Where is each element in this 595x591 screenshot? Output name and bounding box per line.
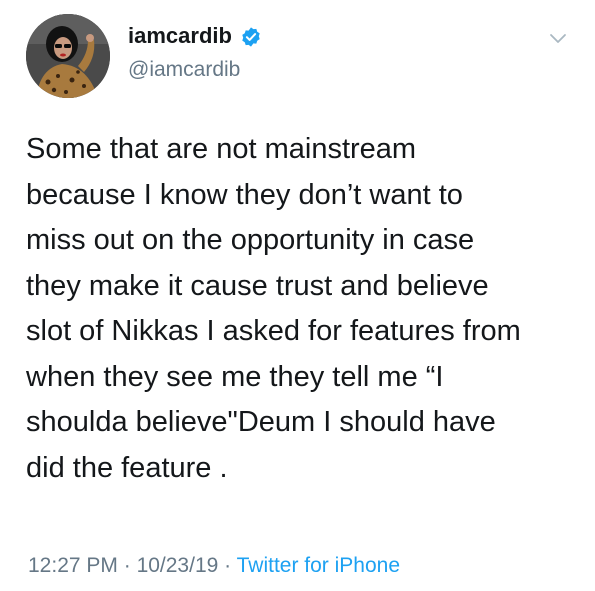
display-name[interactable]: iamcardib — [128, 22, 232, 50]
tweet-source-link[interactable]: Twitter for iPhone — [237, 554, 400, 577]
meta-separator: · — [117, 554, 137, 577]
tweet-text-line: slot of Nikkas I asked for features from — [26, 315, 521, 347]
tweet-time[interactable]: 12:27 PM — [28, 554, 118, 577]
chevron-down-icon[interactable] — [548, 32, 568, 46]
tweet-meta: 12:27 PM · 10/23/19 · Twitter for iPhone — [28, 552, 400, 580]
avatar[interactable] — [26, 14, 110, 98]
tweet-text-line: shoulda believe"Deum I should have — [26, 406, 496, 438]
verified-badge-icon — [242, 27, 260, 47]
tweet-text-line: did the feature . — [26, 451, 228, 484]
tweet-text-line: because I know they don’t want to — [26, 178, 463, 211]
tweet-date[interactable]: 10/23/19 — [137, 554, 219, 577]
tweet-text-line: miss out on the opportunity in case — [26, 224, 475, 256]
user-handle[interactable]: @iamcardib — [128, 56, 240, 84]
meta-separator: · — [218, 554, 237, 577]
profile-photo — [26, 14, 110, 98]
tweet-text-line: when they see me they tell me “I — [26, 360, 444, 393]
tweet-text-line: they make it cause trust and believe — [26, 269, 489, 302]
tweet-card: iamcardib @iamcardib Some that are not m… — [0, 0, 595, 591]
tweet-text-line: Some that are not mainstream — [26, 133, 417, 165]
tweet-text: Some that are not mainstream because I k… — [26, 127, 586, 491]
